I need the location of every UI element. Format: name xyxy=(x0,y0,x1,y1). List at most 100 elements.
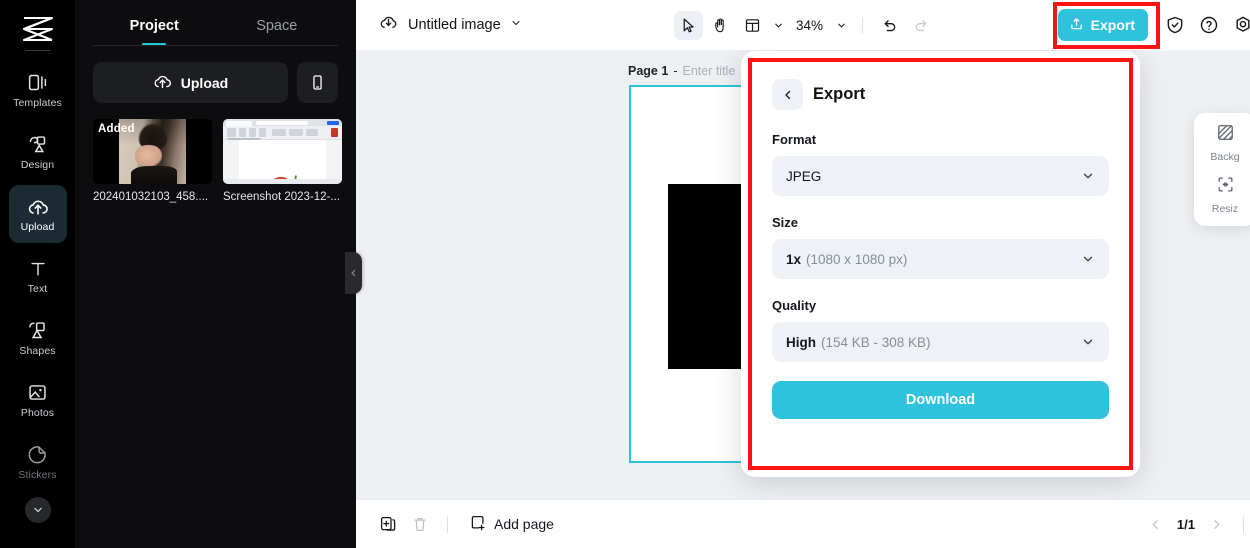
sidebar-label-shapes: Shapes xyxy=(19,344,56,357)
add-page-button[interactable]: Add page xyxy=(469,514,554,535)
status-badge: Added xyxy=(98,123,135,135)
sidebar-item-shapes[interactable]: Shapes xyxy=(9,309,67,367)
page-navigation: 1/1 xyxy=(1145,513,1250,535)
page-label-dash: - xyxy=(673,64,678,78)
panel-collapse-handle[interactable] xyxy=(345,252,362,294)
trash-icon[interactable] xyxy=(406,510,434,538)
chevron-down-icon xyxy=(1081,335,1095,349)
cloud-sync-icon xyxy=(378,12,399,38)
page-number-label: Page 1 xyxy=(628,64,669,78)
size-field-label: Size xyxy=(772,215,799,230)
design-icon xyxy=(27,134,49,156)
size-select-value: 1x xyxy=(786,251,802,267)
document-title[interactable]: Untitled image xyxy=(378,12,522,38)
zoom-dropdown-caret[interactable] xyxy=(833,12,850,38)
asset-item[interactable]: Added 202401032103_458.... xyxy=(93,119,212,203)
export-button[interactable]: Export xyxy=(1057,9,1148,41)
panel-tabs: Project Space xyxy=(75,0,356,46)
dialog-title: Export xyxy=(813,85,866,103)
tab-space[interactable]: Space xyxy=(216,12,339,46)
templates-icon xyxy=(27,72,49,94)
sidebar-label-design: Design xyxy=(20,158,55,171)
quality-select-value: High xyxy=(786,334,816,350)
sidebar-item-templates[interactable]: Templates xyxy=(9,61,67,119)
canvas-tools: 34% xyxy=(674,10,936,40)
page-indicator: 1/1 xyxy=(1176,516,1195,532)
shield-check-icon[interactable] xyxy=(1160,10,1190,40)
resize-tool[interactable]: Resiz xyxy=(1194,175,1250,215)
upload-row: Upload xyxy=(75,46,356,103)
layout-dropdown-caret[interactable] xyxy=(770,12,787,38)
chevron-down-icon xyxy=(1081,252,1095,266)
zoom-level: 34% xyxy=(796,17,824,33)
mobile-phone-icon[interactable] xyxy=(297,62,338,103)
chevron-down-icon xyxy=(1081,169,1095,183)
bottom-toolbar: Add page 1/1 xyxy=(356,499,1250,548)
asset-thumbnail[interactable]: Added xyxy=(93,119,212,184)
left-rail: Templates Design Upload Text Shapes Phot… xyxy=(0,0,75,548)
background-tool[interactable]: Backg xyxy=(1194,123,1250,163)
dialog-back-button[interactable] xyxy=(772,79,803,110)
export-button-label: Export xyxy=(1090,17,1135,33)
asset-name: Screenshot 2023-12-... xyxy=(223,191,340,203)
upload-button[interactable]: Upload xyxy=(93,62,288,103)
sidebar-item-stickers[interactable]: Stickers xyxy=(9,433,67,491)
sidebar-item-design[interactable]: Design xyxy=(9,123,67,181)
asset-grid: Added 202401032103_458.... Screenshot 20… xyxy=(75,103,356,203)
redo-button[interactable] xyxy=(907,11,936,40)
rail-divider xyxy=(24,50,51,51)
bottombar-right-divider xyxy=(1243,515,1244,533)
document-title-text: Untitled image xyxy=(408,17,501,33)
upload-box-icon xyxy=(1069,16,1084,34)
prev-page-button[interactable] xyxy=(1145,513,1167,535)
page-title-input[interactable]: Enter title xyxy=(682,64,735,78)
quality-select-hint: (154 KB - 308 KB) xyxy=(821,334,931,350)
quality-field-label: Quality xyxy=(772,298,817,313)
format-select-value: JPEG xyxy=(786,168,822,184)
sidebar-item-photos[interactable]: Photos xyxy=(9,371,67,429)
asset-item[interactable]: Screenshot 2023-12-... xyxy=(223,119,342,203)
tab-project[interactable]: Project xyxy=(93,12,216,46)
stickers-icon xyxy=(27,444,49,466)
text-icon xyxy=(27,258,49,280)
background-hatch-icon xyxy=(1216,123,1235,147)
download-button[interactable]: Download xyxy=(772,381,1109,419)
sidebar-item-text[interactable]: Text xyxy=(9,247,67,305)
capcut-logo[interactable] xyxy=(15,12,61,46)
format-select[interactable]: JPEG xyxy=(772,156,1109,196)
download-button-label: Download xyxy=(905,392,976,408)
canvas-area[interactable]: Page 1 - Enter title Backg Resiz Export … xyxy=(356,50,1250,499)
upload-button-label: Upload xyxy=(180,74,229,91)
shapes-icon xyxy=(27,320,49,342)
topbar-right-group: Export xyxy=(1057,9,1250,41)
app-root: Templates Design Upload Text Shapes Phot… xyxy=(0,0,1250,548)
hand-tool[interactable] xyxy=(706,11,735,40)
help-question-icon[interactable] xyxy=(1194,10,1224,40)
settings-gear-icon[interactable] xyxy=(1228,10,1250,40)
size-select-hint: (1080 x 1080 px) xyxy=(806,251,908,267)
chevron-down-icon[interactable] xyxy=(510,16,522,34)
undo-button[interactable] xyxy=(875,11,904,40)
size-select[interactable]: 1x (1080 x 1080 px) xyxy=(772,239,1109,279)
sidebar-label-upload: Upload xyxy=(20,220,55,233)
sidebar-label-stickers: Stickers xyxy=(18,468,57,481)
resize-tool-label: Resiz xyxy=(1211,203,1239,215)
sidebar-label-photos: Photos xyxy=(20,406,55,419)
next-page-button[interactable] xyxy=(1205,513,1227,535)
duplicate-page-icon[interactable] xyxy=(374,510,402,538)
chevron-down-icon[interactable] xyxy=(24,497,51,523)
quality-select[interactable]: High (154 KB - 308 KB) xyxy=(772,322,1109,362)
tab-underline xyxy=(93,45,338,46)
photos-icon xyxy=(27,382,49,404)
upload-cloud-icon xyxy=(27,196,49,218)
right-tools-panel: Backg Resiz xyxy=(1194,113,1250,226)
resize-frame-icon xyxy=(1216,175,1235,199)
bottombar-divider xyxy=(447,515,448,533)
sidebar-item-upload[interactable]: Upload xyxy=(8,185,67,243)
asset-thumbnail[interactable] xyxy=(223,119,342,184)
background-tool-label: Backg xyxy=(1210,151,1240,163)
page-label: Page 1 - Enter title xyxy=(628,64,735,78)
top-toolbar: Untitled image 34% Export xyxy=(356,0,1250,50)
select-tool[interactable] xyxy=(674,10,703,40)
layout-tool[interactable] xyxy=(738,11,767,40)
